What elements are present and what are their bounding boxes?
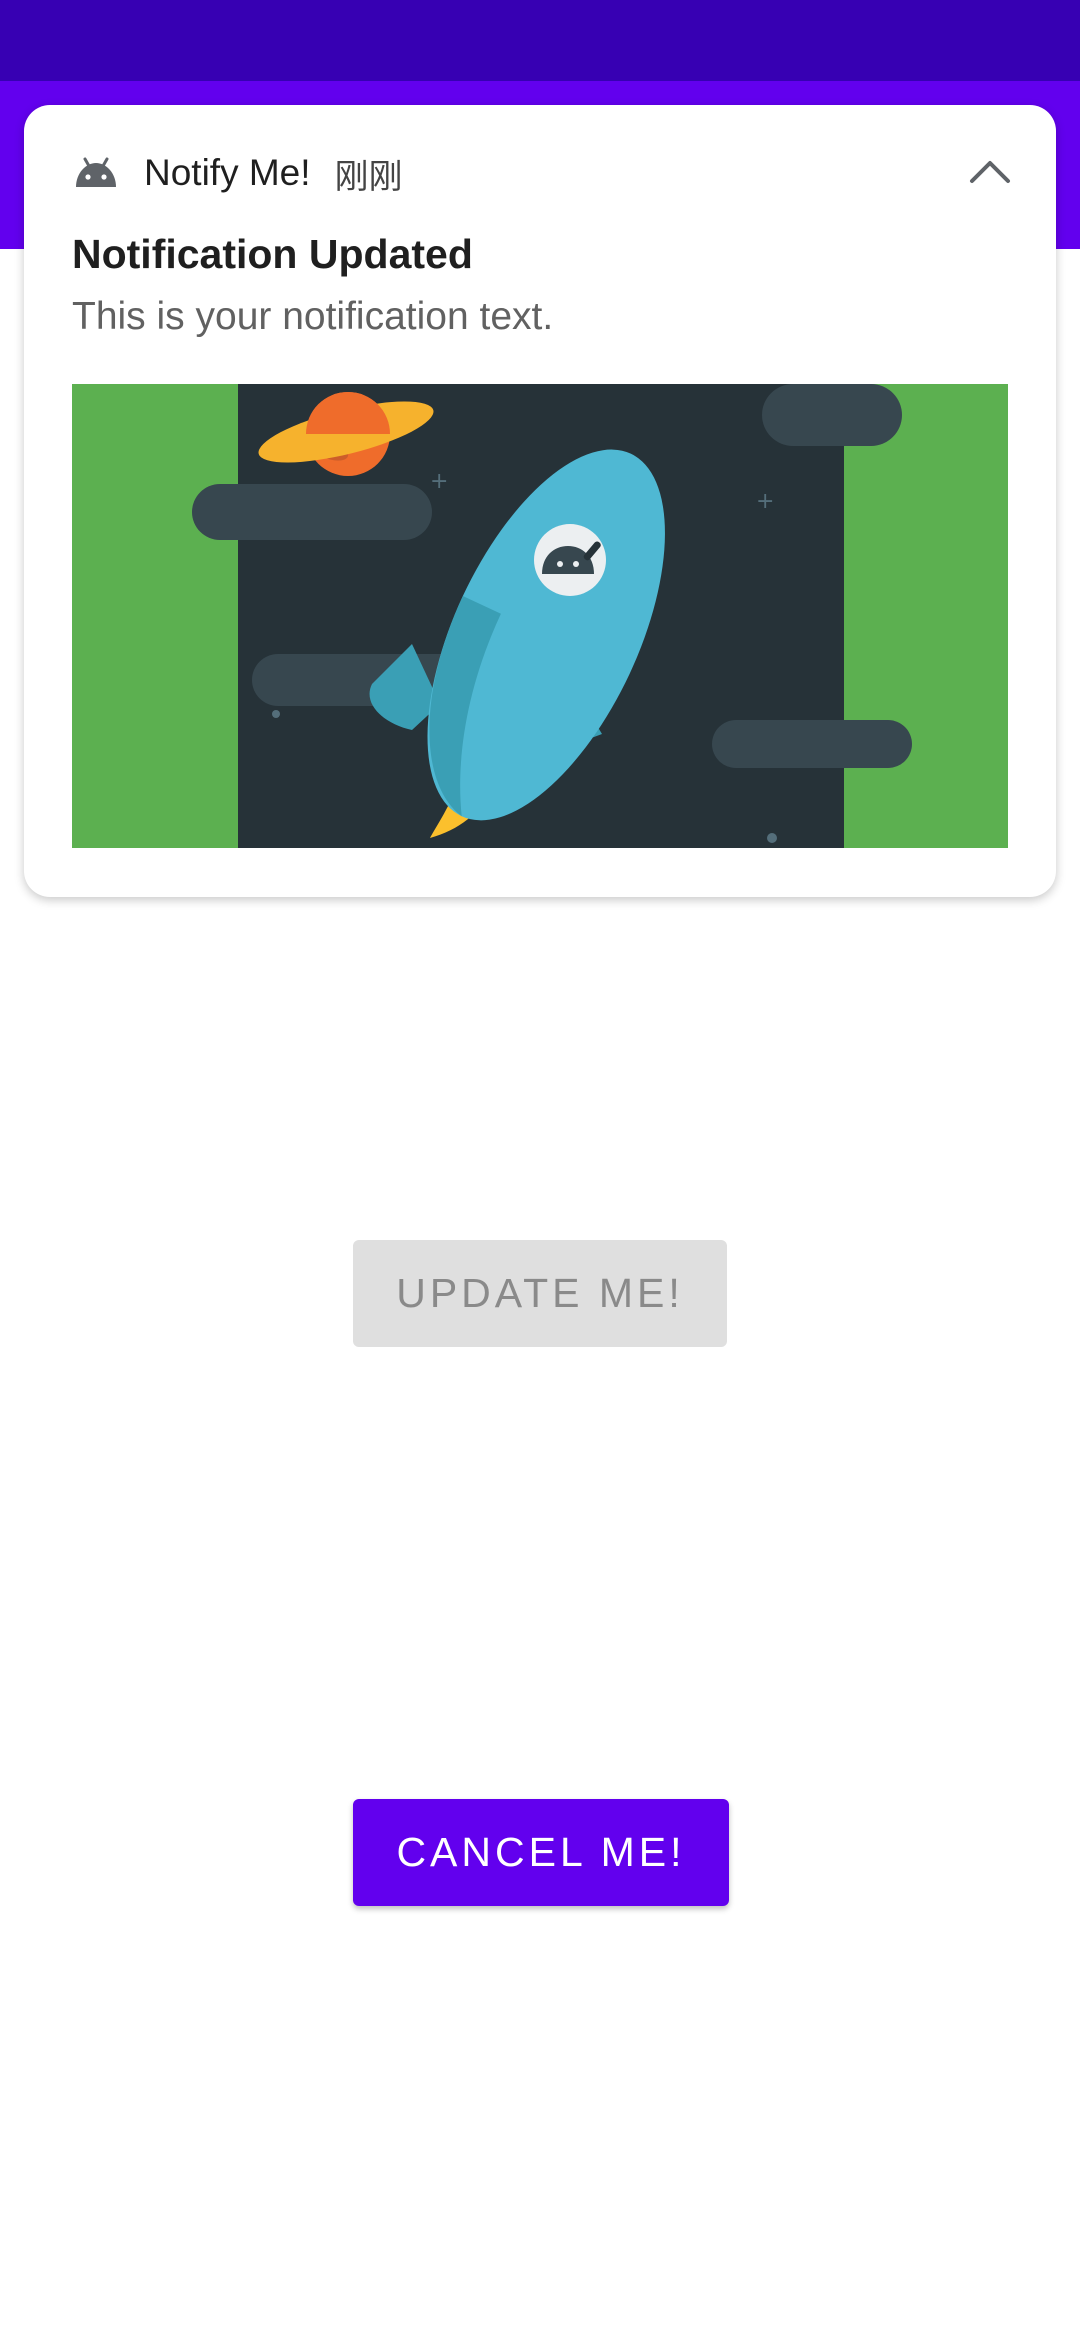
- update-button[interactable]: UPDATE ME!: [353, 1240, 727, 1347]
- status-bar: [0, 0, 1080, 81]
- android-icon: [72, 149, 120, 197]
- svg-text:+: +: [756, 489, 774, 514]
- timestamp: 刚刚: [334, 156, 403, 197]
- svg-text:+: +: [430, 469, 448, 494]
- app-name: Notify Me!: [144, 152, 311, 193]
- chevron-up-icon: [968, 157, 1012, 190]
- notification-title: Notification Updated: [72, 231, 473, 277]
- collapse-button[interactable]: [960, 143, 1020, 203]
- notification-header: Notify Me! 刚刚: [72, 145, 403, 201]
- cancel-button[interactable]: CANCEL ME!: [353, 1799, 729, 1906]
- notification-card[interactable]: Notify Me! 刚刚 Notification Updated This …: [24, 105, 1056, 897]
- notification-text: This is your notification text.: [72, 295, 554, 338]
- notification-image: + +: [72, 384, 1008, 848]
